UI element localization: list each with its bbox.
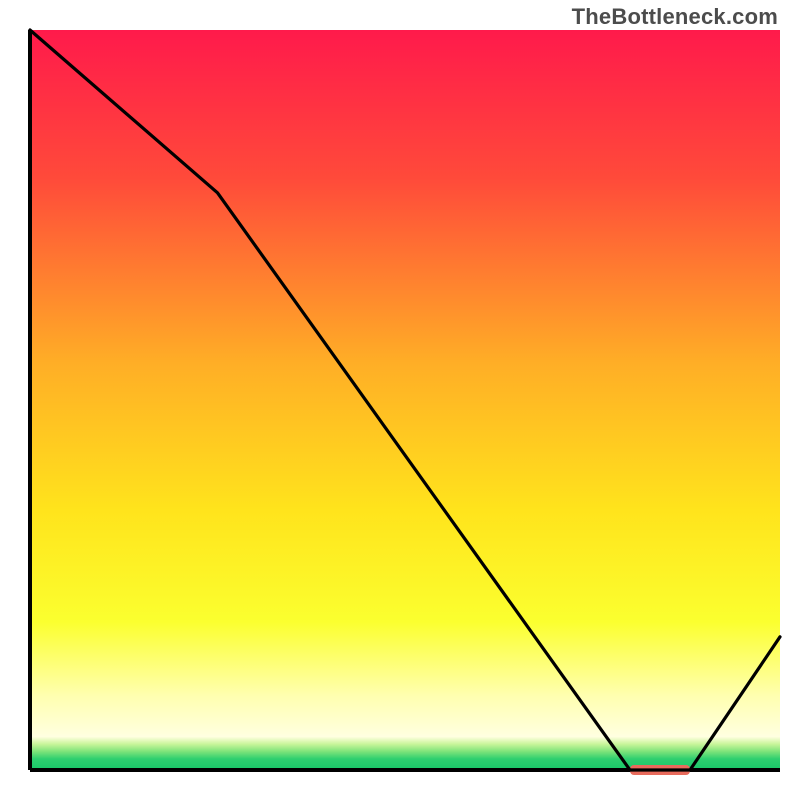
bottleneck-chart [0,0,800,800]
plot-background [30,30,780,770]
